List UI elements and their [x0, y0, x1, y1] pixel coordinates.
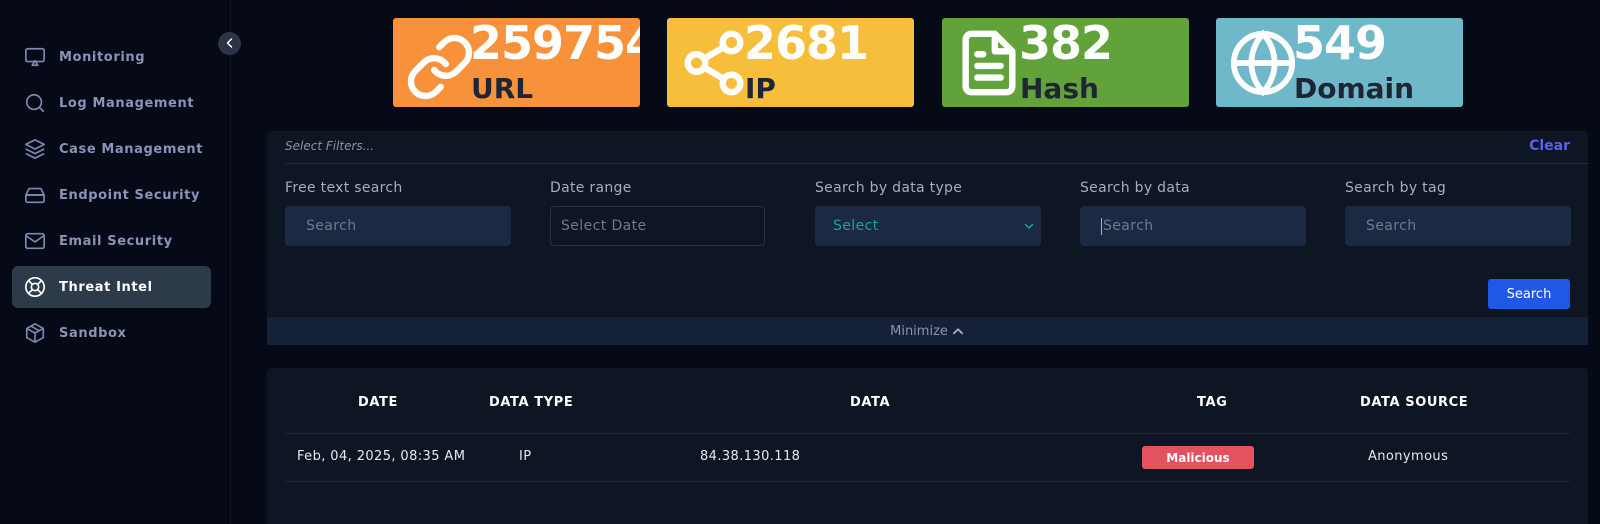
results-table: DATE DATA TYPE DATA TAG DATA SOURCE Feb,…: [267, 368, 1588, 524]
mail-icon: [24, 230, 46, 252]
input-placeholder: Search: [306, 218, 357, 234]
sidebar-item-case-management[interactable]: Case Management: [12, 128, 211, 170]
chevron-down-icon: [1023, 220, 1035, 236]
input-placeholder: Search: [1103, 218, 1154, 234]
file-text-icon: [954, 28, 1024, 98]
search-icon: [24, 92, 46, 114]
minimize-label: Minimize: [890, 323, 948, 339]
stat-value: 2681: [744, 18, 869, 70]
stat-value: 259754: [470, 18, 640, 70]
globe-icon: [1228, 28, 1298, 98]
stat-card-ip[interactable]: 2681 IP: [667, 18, 914, 107]
box-icon: [24, 322, 46, 344]
sidebar-item-threat-intel[interactable]: Threat Intel: [12, 266, 211, 308]
stat-value: 382: [1019, 18, 1113, 70]
data-type-select[interactable]: Select: [815, 206, 1041, 246]
stat-label: IP: [745, 72, 776, 105]
sidebar-item-label: Log Management: [59, 95, 195, 111]
minimize-button[interactable]: Minimize: [267, 317, 1588, 345]
layers-icon: [24, 138, 46, 160]
free-text-search-label: Free text search: [285, 180, 403, 196]
date-range-group: Date range Select Date: [550, 180, 776, 246]
data-type-label: Search by data type: [815, 180, 963, 196]
date-range-label: Date range: [550, 180, 632, 196]
sidebar-item-label: Email Security: [59, 233, 173, 249]
share-icon: [679, 28, 749, 98]
column-header-tag[interactable]: TAG: [1197, 395, 1227, 410]
sidebar-item-endpoint-security[interactable]: Endpoint Security: [12, 174, 211, 216]
column-header-data-source[interactable]: DATA SOURCE: [1360, 395, 1468, 410]
sidebar: Monitoring Log Management Case Managemen…: [0, 0, 231, 524]
table-header: DATE DATA TYPE DATA TAG DATA SOURCE: [285, 368, 1570, 434]
column-header-data[interactable]: DATA: [850, 395, 890, 410]
text-cursor: [1101, 217, 1102, 235]
chevron-up-icon: [951, 324, 965, 338]
stat-value: 549: [1293, 18, 1387, 70]
stat-label: Hash: [1020, 72, 1099, 105]
column-header-date[interactable]: DATE: [358, 395, 398, 410]
filter-panel: Select Filters... Clear Free text search…: [267, 131, 1588, 345]
monitor-icon: [24, 46, 46, 68]
divider: [285, 163, 1588, 164]
search-by-data-label: Search by data: [1080, 180, 1190, 196]
sidebar-item-sandbox[interactable]: Sandbox: [12, 312, 211, 354]
sidebar-item-monitoring[interactable]: Monitoring: [12, 36, 211, 78]
cell-data-source: Anonymous: [1368, 449, 1449, 464]
stat-label: URL: [471, 72, 534, 105]
search-by-data-input[interactable]: Search: [1080, 206, 1306, 246]
stat-card-hash[interactable]: 382 Hash: [942, 18, 1189, 107]
link-icon: [405, 28, 475, 100]
sidebar-item-email-security[interactable]: Email Security: [12, 220, 211, 262]
sidebar-item-label: Endpoint Security: [59, 187, 201, 203]
select-filters-text[interactable]: Select Filters...: [285, 139, 374, 153]
search-button[interactable]: Search: [1488, 279, 1570, 309]
hard-drive-icon: [24, 184, 46, 206]
tag-badge: Malicious: [1142, 446, 1254, 469]
stat-card-domain[interactable]: 549 Domain: [1216, 18, 1463, 107]
input-placeholder: Search: [1366, 218, 1417, 234]
free-text-search-input[interactable]: Search: [285, 206, 511, 246]
chevron-left-icon: [224, 34, 236, 53]
cell-data-type: IP: [519, 449, 532, 464]
sidebar-item-log-management[interactable]: Log Management: [12, 82, 211, 124]
cell-date: Feb, 04, 2025, 08:35 AM: [297, 449, 466, 464]
sidebar-nav: Monitoring Log Management Case Managemen…: [12, 36, 211, 358]
sidebar-item-label: Threat Intel: [59, 279, 153, 295]
sidebar-item-label: Monitoring: [59, 49, 146, 65]
search-by-tag-label: Search by tag: [1345, 180, 1447, 196]
life-buoy-icon: [24, 276, 46, 298]
table-row[interactable]: Feb, 04, 2025, 08:35 AM IP 84.38.130.118…: [285, 434, 1570, 482]
sidebar-item-label: Case Management: [59, 141, 204, 157]
date-range-input[interactable]: Select Date: [550, 206, 765, 246]
clear-filters-link[interactable]: Clear: [1529, 138, 1570, 154]
column-header-data-type[interactable]: DATA TYPE: [489, 395, 573, 410]
stat-label: Domain: [1294, 72, 1415, 105]
select-value: Select: [833, 218, 879, 234]
sidebar-item-label: Sandbox: [59, 325, 127, 341]
free-text-search-group: Free text search Search: [285, 180, 511, 246]
input-placeholder: Select Date: [561, 218, 647, 234]
stat-card-url[interactable]: 259754 URL: [393, 18, 640, 107]
collapse-sidebar-button[interactable]: [218, 32, 241, 55]
search-by-data-group: Search by data Search: [1080, 180, 1306, 246]
cell-data: 84.38.130.118: [700, 449, 801, 464]
search-by-tag-input[interactable]: Search: [1345, 206, 1571, 246]
search-by-tag-group: Search by tag Search: [1345, 180, 1571, 246]
data-type-group: Search by data type Select: [815, 180, 1041, 246]
